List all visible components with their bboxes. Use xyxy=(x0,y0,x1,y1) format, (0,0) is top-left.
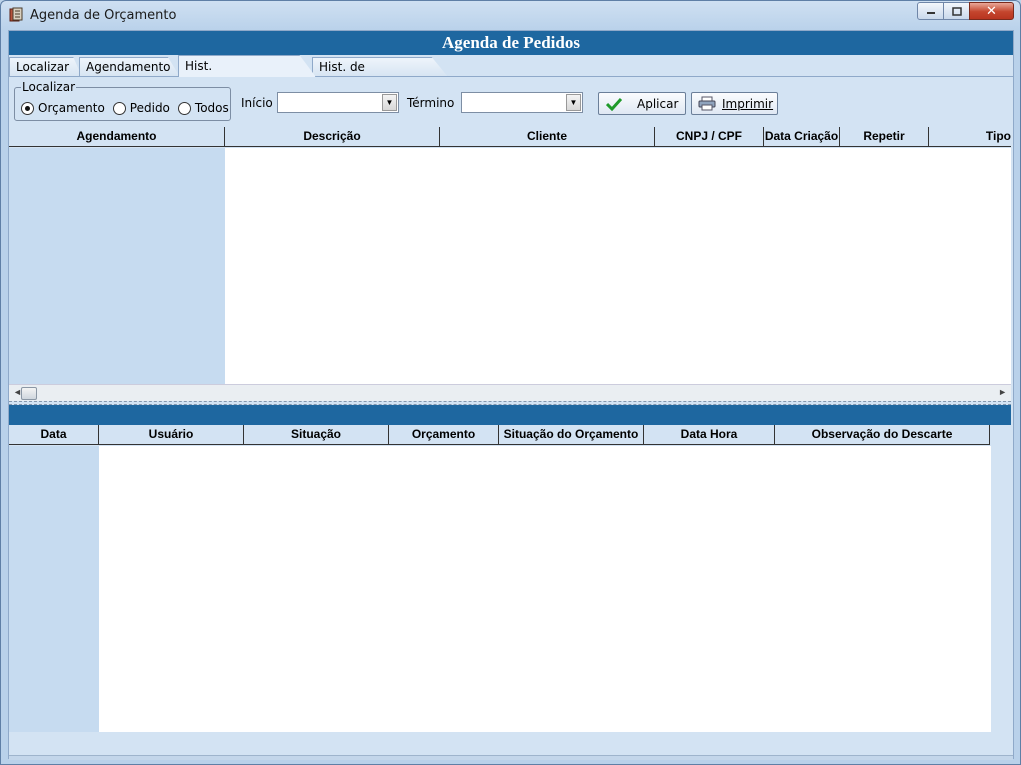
column-header[interactable]: Descrição xyxy=(225,127,440,147)
scroll-right-icon[interactable]: ► xyxy=(998,387,1007,397)
minimize-icon xyxy=(926,12,935,14)
inicio-date-combo[interactable]: ▼ xyxy=(277,92,399,113)
column-header[interactable]: Data Hora xyxy=(644,425,775,445)
maximize-button[interactable] xyxy=(943,2,970,20)
bottom-grid-header: Data Usuário Situação Orçamento Situação… xyxy=(9,425,990,445)
tab-strip: Localizar Agendamento Hist. Agendamentos… xyxy=(9,55,1013,77)
column-header[interactable]: Usuário xyxy=(99,425,244,445)
close-button[interactable]: ✕ xyxy=(969,2,1014,20)
tab-hist-alteracoes[interactable]: Hist. de Alterações xyxy=(312,57,448,77)
imprimir-button[interactable]: Imprimir xyxy=(691,92,778,115)
radio-label: Orçamento xyxy=(38,101,105,115)
column-header[interactable]: Repetir xyxy=(840,127,929,147)
radio-label: Pedido xyxy=(129,101,170,115)
termino-label: Término xyxy=(407,96,455,110)
column-header[interactable]: Data Criação xyxy=(764,127,840,147)
column-header[interactable]: Situação xyxy=(244,425,389,445)
radio-selected-icon xyxy=(21,101,34,115)
dropdown-arrow-icon[interactable]: ▼ xyxy=(382,94,397,111)
bottom-grid-body[interactable] xyxy=(99,446,991,732)
tab-hist-agendamentos[interactable]: Hist. Agendamentos xyxy=(178,55,316,77)
column-header[interactable]: Observação do Descarte xyxy=(775,425,990,445)
tab-agendamento[interactable]: Agendamento xyxy=(79,57,180,77)
bottom-section-band xyxy=(9,405,1011,425)
printer-icon xyxy=(698,96,716,112)
radio-todos[interactable]: Todos xyxy=(177,101,229,115)
window-controls: ✕ xyxy=(917,2,1014,20)
bottom-grid-fixed-column xyxy=(9,446,99,732)
radio-unselected-icon xyxy=(177,101,191,115)
checkmark-icon xyxy=(605,96,623,112)
scroll-thumb[interactable] xyxy=(21,387,37,400)
title-bar[interactable]: Agenda de Orçamento ✕ xyxy=(1,1,1020,29)
dropdown-arrow-icon[interactable]: ▼ xyxy=(566,94,581,111)
radio-pedido[interactable]: Pedido xyxy=(112,101,170,115)
column-header[interactable]: Tipo xyxy=(929,127,1011,147)
top-grid-body[interactable] xyxy=(225,148,1011,384)
app-window: Agenda de Orçamento ✕ Agenda de Pedidos … xyxy=(0,0,1021,765)
localizar-groupbox: Localizar Orçamento Pedido Todos xyxy=(14,80,231,121)
column-header[interactable]: Agendamento xyxy=(9,127,225,147)
column-header[interactable]: Orçamento xyxy=(389,425,499,445)
column-header[interactable]: Situação do Orçamento xyxy=(499,425,644,445)
groupbox-label: Localizar xyxy=(21,80,77,94)
column-header[interactable]: Data xyxy=(9,425,99,445)
tab-panel: Localizar Orçamento Pedido Todos Início … xyxy=(9,76,1013,760)
radio-unselected-icon xyxy=(112,101,126,115)
close-icon: ✕ xyxy=(986,3,997,18)
radio-group: Orçamento Pedido Todos xyxy=(21,101,229,115)
column-header[interactable]: CNPJ / CPF xyxy=(655,127,764,147)
inicio-label: Início xyxy=(241,96,273,110)
page-title: Agenda de Pedidos xyxy=(9,31,1013,55)
app-icon xyxy=(8,7,24,23)
client-area: Agenda de Pedidos Localizar Agendamento … xyxy=(8,30,1014,760)
horizontal-scrollbar[interactable]: ◄ ► xyxy=(9,384,1011,401)
aplicar-label: Aplicar xyxy=(637,96,679,111)
top-grid-fixed-column xyxy=(9,148,225,384)
maximize-icon xyxy=(951,6,962,16)
imprimir-label: Imprimir xyxy=(722,96,774,111)
window-title: Agenda de Orçamento xyxy=(30,8,177,23)
aplicar-button[interactable]: Aplicar xyxy=(598,92,686,115)
termino-date-combo[interactable]: ▼ xyxy=(461,92,583,113)
top-grid-header: Agendamento Descrição Cliente CNPJ / CPF… xyxy=(9,127,1011,147)
column-header[interactable]: Cliente xyxy=(440,127,655,147)
minimize-button[interactable] xyxy=(917,2,944,20)
radio-orcamento[interactable]: Orçamento xyxy=(21,101,105,115)
status-bar xyxy=(9,755,1013,760)
radio-label: Todos xyxy=(194,101,229,115)
tab-localizar[interactable]: Localizar xyxy=(9,57,82,77)
